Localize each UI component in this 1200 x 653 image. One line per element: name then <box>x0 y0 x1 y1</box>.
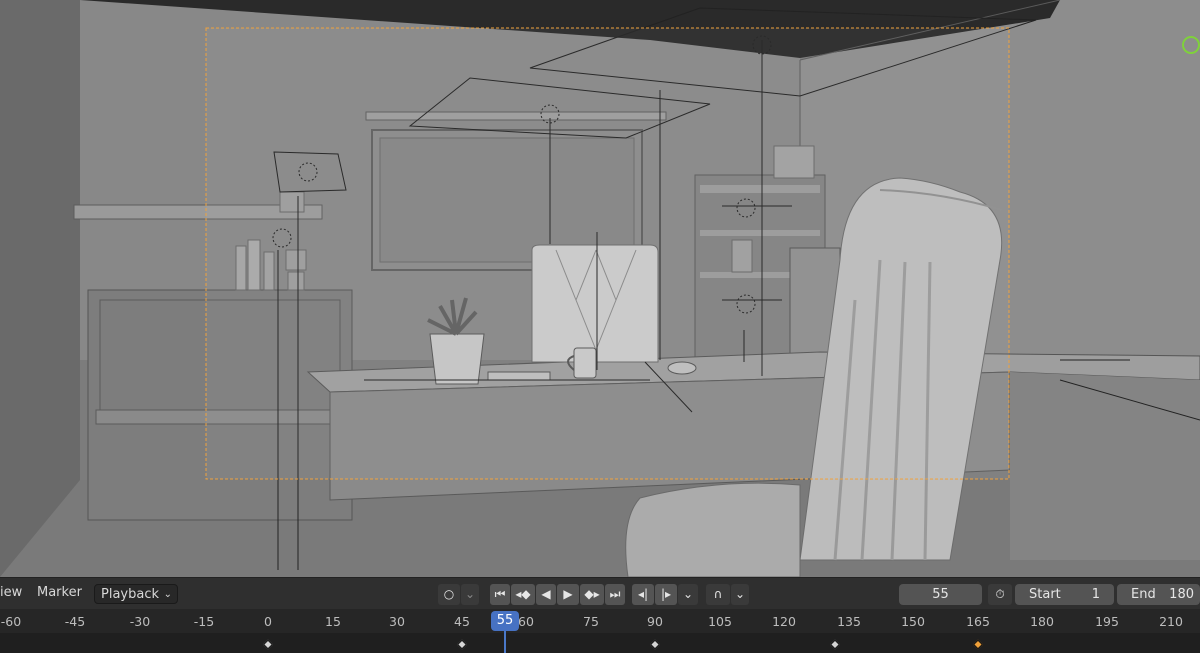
ruler-tick: 195 <box>1095 614 1119 629</box>
ruler-tick: 180 <box>1030 614 1054 629</box>
playback-label: Playback <box>101 587 160 602</box>
end-frame-field[interactable]: End 180 <box>1117 584 1200 605</box>
playback-dropdown[interactable]: Playback ⌄ <box>94 584 178 604</box>
end-label: End <box>1131 587 1156 602</box>
prev-keyframe-icon: ◂◆ <box>515 587 531 601</box>
start-value: 1 <box>1091 587 1100 602</box>
playhead[interactable]: 55 <box>491 611 519 631</box>
play-icon: ▶ <box>563 587 573 601</box>
next-keyframe-icon: ◆▸ <box>584 587 600 601</box>
chevron-down-icon: ⌄ <box>734 587 746 601</box>
stopwatch-icon: ⏱ <box>995 587 1005 601</box>
ruler-tick: 0 <box>264 614 272 629</box>
chevron-down-icon: ⌄ <box>682 587 694 601</box>
keyframe-track[interactable] <box>0 633 1200 653</box>
ruler-tick: -60 <box>0 614 22 629</box>
ruler-tick: 120 <box>772 614 796 629</box>
current-frame-field[interactable]: 55 <box>899 584 982 605</box>
start-frame-field[interactable]: Start 1 <box>1015 584 1114 605</box>
scene-render <box>0 0 1200 577</box>
timeline-header: iew Marker Playback ⌄ ○ ⌄ ⏮ ◂◆ ◀ ▶ ◆▸ ⏭ … <box>0 577 1200 610</box>
next-marker-button[interactable]: |▸ <box>655 584 677 605</box>
jump-end-button[interactable]: ⏭ <box>605 584 625 605</box>
chevron-down-icon: ⌄ <box>163 589 172 600</box>
snap-icon: ∩ <box>713 587 723 601</box>
ruler-tick: 45 <box>454 614 470 629</box>
ruler-tick: -15 <box>193 614 215 629</box>
ruler-tick: 60 <box>518 614 534 629</box>
keyframe[interactable] <box>263 639 273 650</box>
keyframe[interactable] <box>830 639 840 650</box>
ruler-tick: -30 <box>129 614 151 629</box>
ruler-tick: 135 <box>837 614 861 629</box>
record-icon: ○ <box>443 587 455 601</box>
prev-marker-button[interactable]: ◂| <box>632 584 654 605</box>
record-button[interactable]: ○ <box>438 584 460 605</box>
ruler-tick: 90 <box>647 614 663 629</box>
play-reverse-button[interactable]: ◀ <box>536 584 556 605</box>
stopwatch-button[interactable]: ⏱ <box>988 584 1012 605</box>
snap-options-dropdown[interactable]: ⌄ <box>731 584 749 605</box>
ruler-tick: 15 <box>325 614 341 629</box>
jump-start-icon: ⏮ <box>494 587 506 601</box>
ruler-tick: 210 <box>1159 614 1183 629</box>
ruler-tick: 75 <box>583 614 599 629</box>
ruler-tick: 150 <box>901 614 925 629</box>
jump-start-button[interactable]: ⏮ <box>490 584 510 605</box>
marker-options-dropdown[interactable]: ⌄ <box>678 584 698 605</box>
keyframe[interactable] <box>457 639 467 650</box>
chevron-down-icon: ⌄ <box>464 587 476 601</box>
marker-menu[interactable]: Marker <box>37 585 82 600</box>
prev-marker-icon: ◂| <box>637 587 649 601</box>
next-marker-icon: |▸ <box>660 587 672 601</box>
start-label: Start <box>1029 587 1061 602</box>
prev-keyframe-button[interactable]: ◂◆ <box>511 584 535 605</box>
ruler-tick: 165 <box>966 614 990 629</box>
view-menu[interactable]: iew <box>0 585 22 600</box>
next-keyframe-button[interactable]: ◆▸ <box>580 584 604 605</box>
record-options-dropdown[interactable]: ⌄ <box>461 584 479 605</box>
ruler-tick: 30 <box>389 614 405 629</box>
ruler-tick: -45 <box>64 614 86 629</box>
play-reverse-icon: ◀ <box>541 587 551 601</box>
jump-end-icon: ⏭ <box>609 587 621 601</box>
play-button[interactable]: ▶ <box>557 584 579 605</box>
3d-viewport[interactable] <box>0 0 1200 577</box>
keyframe-selected[interactable] <box>973 639 983 650</box>
ruler-tick: 105 <box>708 614 732 629</box>
end-value: 180 <box>1169 587 1194 602</box>
frame-ruler[interactable]: -60 -45 -30 -15 0 15 30 45 60 75 90 105 … <box>0 609 1200 633</box>
snap-button[interactable]: ∩ <box>706 584 730 605</box>
keyframe[interactable] <box>650 639 660 650</box>
